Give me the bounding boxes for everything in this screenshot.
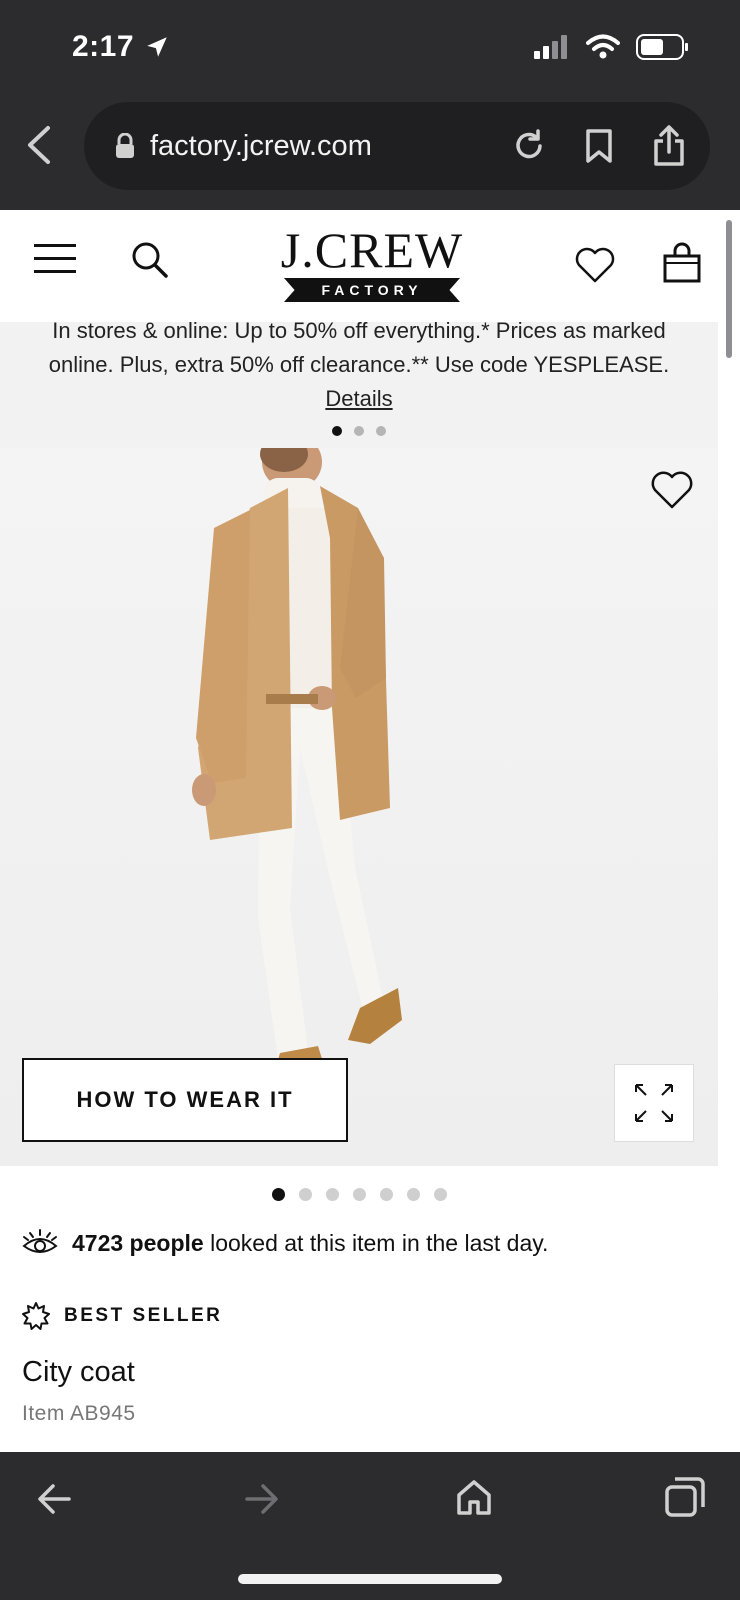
logo-wordmark: J.CREW [280, 222, 464, 278]
promo-carousel-dots [0, 426, 718, 436]
wifi-icon [586, 34, 620, 59]
eye-icon [22, 1229, 58, 1253]
url-bar-actions [512, 102, 686, 190]
product-item-code: Item AB945 [22, 1402, 136, 1425]
product-title: City coat [22, 1356, 135, 1388]
signal-icon [534, 35, 567, 59]
best-seller-badge: BEST SELLER [22, 1302, 222, 1330]
viewers-notice: 4723 people looked at this item in the l… [22, 1228, 548, 1258]
expand-image-button[interactable] [614, 1064, 694, 1142]
wishlist-heart-icon[interactable] [574, 246, 616, 284]
viewers-count: 4723 people [72, 1229, 204, 1256]
save-heart-icon[interactable] [650, 470, 694, 510]
battery-icon [636, 34, 688, 60]
logo-factory-tag: FACTORY [284, 278, 460, 302]
home-indicator[interactable] [238, 1574, 502, 1584]
status-time: 2:17 [72, 30, 170, 64]
location-arrow-icon [147, 37, 167, 57]
promo-dot[interactable] [376, 426, 386, 436]
how-to-wear-it-button[interactable]: HOW TO WEAR IT [22, 1058, 348, 1142]
gallery-dot[interactable] [298, 1188, 312, 1201]
viewers-text: looked at this item in the last day. [210, 1229, 549, 1256]
promo-text-line1: In stores & online: Up to 50% off everyt… [52, 322, 666, 343]
promo-dot[interactable] [332, 426, 342, 436]
search-icon[interactable] [130, 240, 170, 280]
jcrew-factory-logo[interactable]: J.CREW FACTORY [262, 224, 482, 308]
promo-details-link[interactable]: Details [325, 384, 392, 414]
home-icon[interactable] [456, 1478, 492, 1516]
promo-text-line2: online. Plus, extra 50% off clearance.**… [48, 352, 670, 377]
browser-back-chevron-icon[interactable] [24, 124, 54, 166]
menu-icon[interactable] [34, 244, 76, 278]
url-text: factory.jcrew.com [150, 129, 372, 162]
bookmark-icon[interactable] [584, 128, 614, 164]
gallery-dot[interactable] [352, 1188, 366, 1201]
product-image[interactable]: HOW TO WEAR IT [0, 448, 718, 1166]
shopping-bag-icon[interactable] [662, 242, 702, 284]
image-gallery-dots [0, 1188, 718, 1201]
gallery-dot[interactable] [325, 1188, 339, 1201]
best-seller-label: BEST SELLER [64, 1305, 223, 1326]
url-bar[interactable]: factory.jcrew.com [84, 102, 710, 190]
promo-dot[interactable] [354, 426, 364, 436]
back-arrow-icon[interactable] [36, 1482, 72, 1516]
tabs-icon[interactable] [664, 1476, 706, 1518]
share-icon[interactable] [652, 125, 686, 167]
badge-star-icon [22, 1302, 50, 1330]
forward-arrow-icon[interactable] [244, 1482, 280, 1516]
status-time-text: 2:17 [72, 30, 135, 63]
gallery-dot[interactable] [406, 1188, 420, 1201]
status-indicators [534, 34, 690, 60]
browser-chrome-top: 2:17 factory.jcrew.com [0, 0, 740, 210]
gallery-dot[interactable] [379, 1188, 393, 1201]
expand-icon [635, 1084, 673, 1122]
reload-icon[interactable] [512, 129, 546, 163]
gallery-dot[interactable] [271, 1188, 285, 1201]
lock-icon [116, 133, 134, 158]
site-header: J.CREW FACTORY [0, 210, 718, 322]
promo-banner: In stores & online: Up to 50% off everyt… [0, 322, 718, 448]
gallery-dot[interactable] [433, 1188, 447, 1201]
page-scrollbar[interactable] [726, 220, 732, 358]
